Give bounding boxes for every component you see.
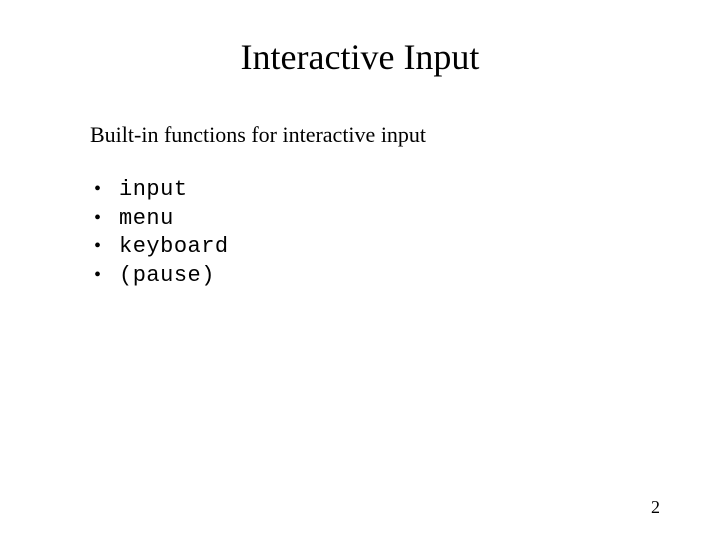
slide-subtitle: Built-in functions for interactive input [90, 122, 630, 148]
page-number: 2 [651, 497, 660, 518]
bullet-text: (pause) [119, 262, 215, 291]
bullet-text: keyboard [119, 233, 229, 262]
bullet-text: input [119, 176, 188, 205]
slide-title: Interactive Input [90, 36, 630, 78]
list-item: • menu [94, 205, 630, 234]
list-item: • keyboard [94, 233, 630, 262]
slide-container: Interactive Input Built-in functions for… [0, 0, 720, 540]
bullet-list: • input • menu • keyboard • (pause) [90, 176, 630, 290]
bullet-icon: • [94, 233, 101, 259]
list-item: • input [94, 176, 630, 205]
list-item: • (pause) [94, 262, 630, 291]
bullet-text: menu [119, 205, 174, 234]
bullet-icon: • [94, 176, 101, 202]
bullet-icon: • [94, 205, 101, 231]
bullet-icon: • [94, 262, 101, 288]
